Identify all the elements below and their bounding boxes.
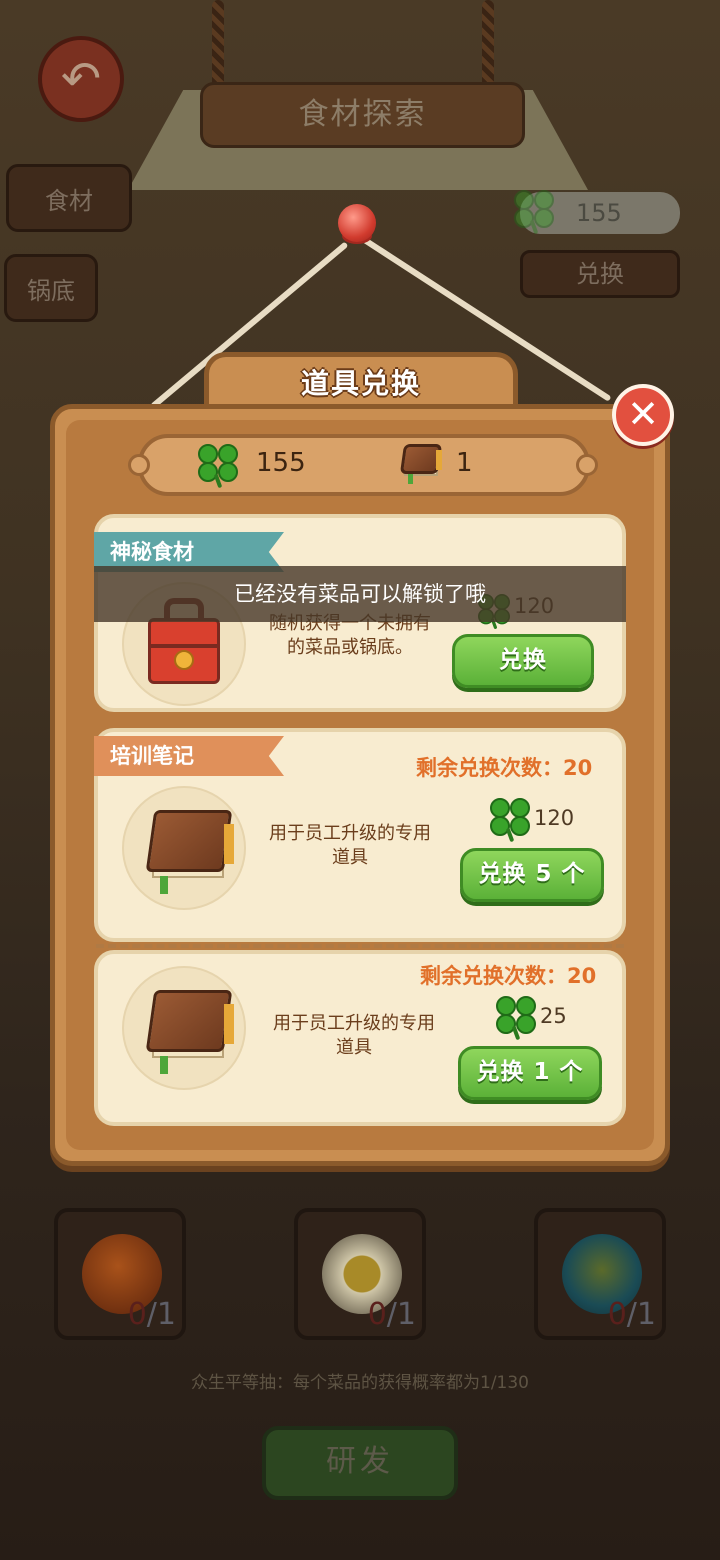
- training-desc-line1: 用于员工升级的专用: [269, 823, 431, 844]
- divider: [96, 944, 624, 948]
- back-button[interactable]: ↶: [38, 36, 124, 122]
- training-desc-line2: 道具: [332, 847, 368, 868]
- exchange-button[interactable]: 兑换: [520, 250, 680, 298]
- book-balance: 1: [456, 448, 473, 478]
- pushpin-icon: [338, 204, 376, 242]
- training-1-desc-line1: 用于员工升级的专用: [273, 1013, 435, 1034]
- tab-soup-base[interactable]: 锅底: [4, 254, 98, 322]
- slot-1[interactable]: 0/1: [54, 1208, 186, 1340]
- back-arrow-icon: ↶: [60, 51, 102, 107]
- ribbon-training-notes: 培训笔记: [94, 736, 284, 776]
- training-1-desc-line2: 道具: [336, 1037, 372, 1058]
- remaining-count-2: 剩余兑换次数：20: [420, 964, 597, 988]
- book-icon: [398, 440, 446, 486]
- slot-3-total: /1: [626, 1297, 656, 1332]
- page-title: 食材探索: [200, 82, 525, 148]
- close-button[interactable]: ✕: [612, 384, 674, 446]
- exchange-5-button[interactable]: 兑换 5 个: [460, 848, 604, 902]
- dialog-title: 道具兑换: [300, 367, 421, 400]
- training-5-price: 120: [534, 806, 575, 830]
- slot-2-total: /1: [386, 1297, 416, 1332]
- slot-1-current: 0: [127, 1297, 147, 1332]
- slot-2-current: 0: [367, 1297, 387, 1332]
- clover-counter-value: 155: [576, 199, 622, 227]
- toast-message: 已经没有菜品可以解锁了哦: [94, 566, 626, 622]
- exchange-1-button[interactable]: 兑换 1 个: [458, 1046, 602, 1100]
- training-1-price: 25: [540, 1004, 567, 1028]
- research-button[interactable]: 研发: [262, 1426, 458, 1500]
- slot-3[interactable]: 0/1: [534, 1208, 666, 1340]
- odds-text: 众生平等抽：每个菜品的获得概率都为1/130: [191, 1373, 529, 1393]
- exchange-mystery-button[interactable]: 兑换: [452, 634, 594, 688]
- remaining-count-1: 剩余兑换次数：20: [416, 756, 593, 780]
- mystery-desc-line2: 的菜品或锅底。: [287, 637, 413, 658]
- close-icon: ✕: [627, 392, 659, 436]
- slot-1-total: /1: [146, 1297, 176, 1332]
- slot-2[interactable]: 0/1: [294, 1208, 426, 1340]
- clover-balance: 155: [256, 448, 306, 478]
- slot-3-current: 0: [607, 1297, 627, 1332]
- book-icon: [142, 804, 242, 896]
- book-icon: [142, 984, 242, 1076]
- tab-ingredients[interactable]: 食材: [6, 164, 132, 232]
